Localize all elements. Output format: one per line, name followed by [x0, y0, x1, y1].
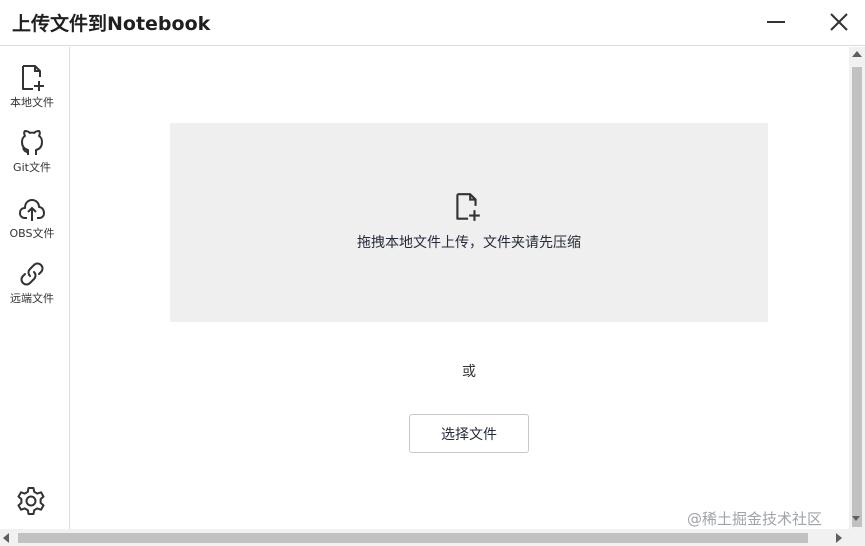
sidebar-item-label: OBS文件 [9, 227, 55, 240]
file-add-icon [22, 65, 44, 91]
scrollbar-thumb[interactable] [18, 533, 808, 543]
scroll-up-icon[interactable] [852, 51, 862, 57]
close-icon [830, 13, 848, 31]
github-icon [21, 130, 43, 155]
window-title: 上传文件到Notebook [12, 13, 211, 35]
horizontal-scrollbar[interactable] [0, 529, 865, 546]
choose-file-button[interactable]: 选择文件 [409, 414, 529, 453]
scroll-down-icon[interactable] [852, 516, 860, 521]
cloud-upload-icon [19, 199, 45, 221]
drop-zone-text: 拖拽本地文件上传，文件夹请先压缩 [357, 235, 581, 251]
scrollbar-thumb[interactable] [852, 67, 862, 527]
sidebar-item-label: 本地文件 [10, 96, 54, 109]
scroll-right-icon[interactable] [836, 533, 842, 543]
watermark: @稀土掘金技术社区 [687, 510, 823, 528]
vertical-scrollbar[interactable] [849, 47, 865, 529]
close-button[interactable] [824, 8, 854, 38]
sidebar-item-local-file[interactable]: 本地文件 [0, 63, 64, 115]
title-bar: 上传文件到Notebook [0, 0, 865, 46]
file-add-icon [456, 193, 480, 221]
link-icon [20, 262, 44, 286]
minimize-icon [767, 21, 785, 23]
sidebar-item-remote-file[interactable]: 远端文件 [0, 259, 64, 311]
file-drop-zone[interactable]: 拖拽本地文件上传，文件夹请先压缩 [170, 123, 768, 322]
sidebar-item-label: Git文件 [13, 161, 51, 174]
minimize-button[interactable] [761, 8, 791, 38]
sidebar: 本地文件 Git文件 OBS文件 远端文件 [0, 47, 70, 529]
main-content: 拖拽本地文件上传，文件夹请先压缩 或 选择文件 [71, 47, 849, 529]
sidebar-item-git-file[interactable]: Git文件 [0, 128, 64, 180]
sidebar-item-label: 远端文件 [10, 292, 54, 305]
sidebar-item-obs-file[interactable]: OBS文件 [0, 194, 64, 246]
settings-button[interactable] [15, 485, 47, 517]
gear-icon [17, 487, 45, 515]
or-separator: 或 [462, 364, 476, 380]
scroll-left-icon[interactable] [3, 533, 9, 543]
